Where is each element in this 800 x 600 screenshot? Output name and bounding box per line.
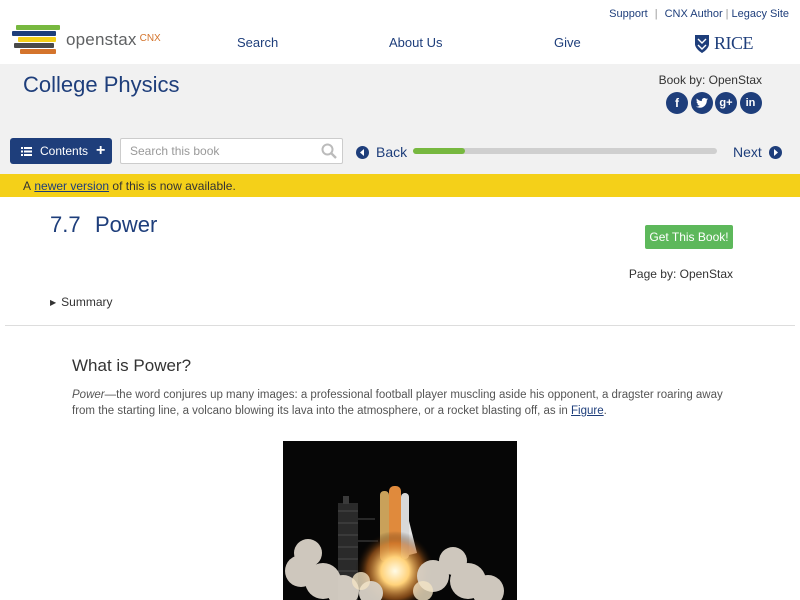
paragraph-text: —the word conjures up many images: a pro… <box>72 389 723 417</box>
section-number: 7.7 <box>50 212 81 237</box>
logo-text: openstax <box>66 30 137 49</box>
contents-button[interactable]: Contents + <box>10 138 112 164</box>
google-plus-icon[interactable]: g+ <box>715 92 737 114</box>
logo-suffix: CNX <box>139 32 161 44</box>
search-input[interactable] <box>121 139 311 163</box>
social-share: f g+ in <box>666 92 764 114</box>
openstax-logo-icon <box>12 25 60 55</box>
next-label: Next <box>733 144 762 160</box>
term-power: Power <box>72 389 105 401</box>
book-toolbar: Contents + Back Next <box>0 130 800 174</box>
progress-fill <box>413 148 465 154</box>
contents-label: Contents <box>40 144 89 158</box>
nav-search[interactable]: Search <box>237 35 278 50</box>
back-label: Back <box>376 144 408 160</box>
facebook-icon[interactable]: f <box>666 92 688 114</box>
back-button[interactable]: Back <box>356 144 407 160</box>
paragraph-end: . <box>603 405 607 417</box>
list-icon <box>21 146 32 156</box>
plus-icon: + <box>96 142 106 159</box>
chevron-right-icon <box>768 145 782 159</box>
content-heading: What is Power? <box>72 356 192 375</box>
reading-progress-bar <box>413 148 717 154</box>
section-title: Power <box>95 212 158 237</box>
rice-shield-icon <box>695 34 709 53</box>
rice-text: RICE <box>714 33 754 53</box>
get-this-book-button[interactable]: Get This Book! <box>645 225 733 249</box>
book-title[interactable]: College Physics <box>23 72 180 98</box>
chevron-left-icon <box>356 145 369 159</box>
section-divider <box>5 325 795 326</box>
book-title-band: College Physics Book by: OpenStax f g+ i… <box>0 64 800 130</box>
nav-about-us[interactable]: About Us <box>389 35 442 50</box>
notice-suffix: of this is now available. <box>112 178 236 193</box>
book-search <box>120 138 343 164</box>
next-button[interactable]: Next <box>733 144 782 160</box>
twitter-icon[interactable] <box>690 92 713 114</box>
nav-give[interactable]: Give <box>554 35 581 50</box>
content-paragraph: Power—the word conjures up many images: … <box>72 387 732 419</box>
newer-version-notice: A newer version of this is now available… <box>0 174 800 197</box>
triangle-right-icon: ▶ <box>50 297 57 307</box>
site-header: openstax CNX Search About Us Give RICE <box>0 0 800 64</box>
newer-version-link[interactable]: newer version <box>34 179 109 193</box>
book-author: Book by: OpenStax <box>658 73 762 87</box>
figure-link[interactable]: Figure <box>571 405 604 417</box>
summary-label: Summary <box>61 295 113 309</box>
rocket-launch-image <box>283 441 517 600</box>
openstax-logo[interactable]: openstax CNX <box>12 25 161 55</box>
notice-prefix: A <box>23 178 32 193</box>
linkedin-icon[interactable]: in <box>739 92 762 114</box>
rice-logo[interactable]: RICE <box>694 33 754 54</box>
summary-toggle[interactable]: ▶ Summary <box>50 295 113 309</box>
page-author: Page by: OpenStax <box>628 267 733 281</box>
search-icon[interactable] <box>321 143 337 159</box>
